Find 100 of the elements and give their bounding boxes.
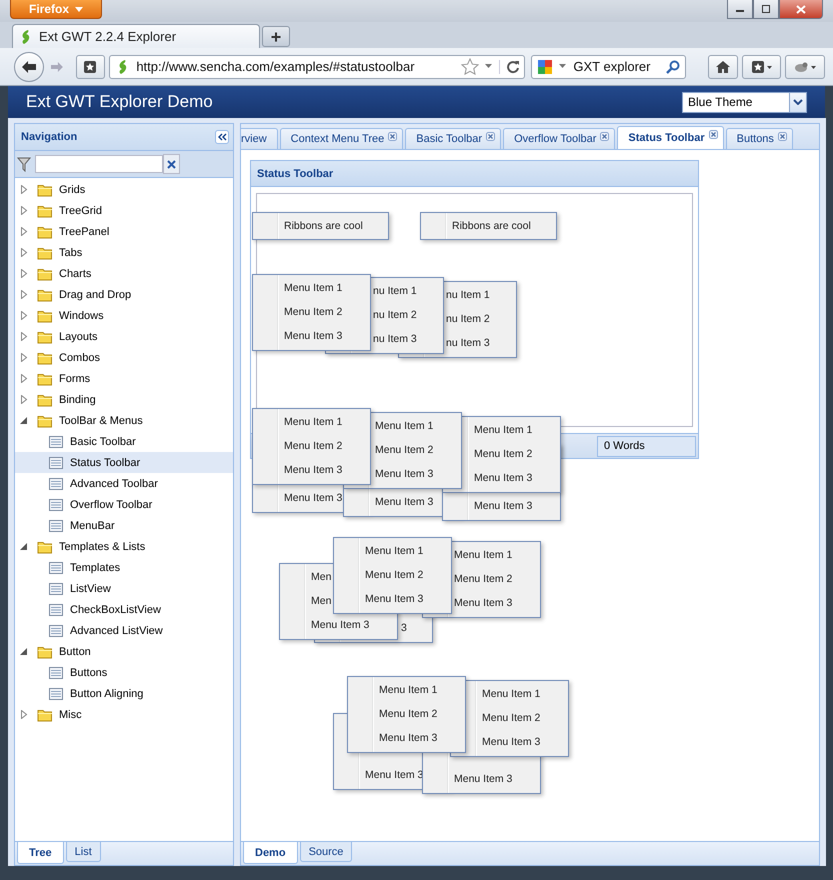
dropdown-caret-icon[interactable] [559, 64, 568, 69]
search-icon[interactable] [666, 60, 680, 74]
menu-item[interactable]: Menu Item 3 [375, 465, 434, 483]
menu-item[interactable]: nu Item 3 [446, 334, 490, 352]
menu-item[interactable]: Menu Item 3 [474, 497, 532, 515]
tree-item[interactable]: Basic Toolbar [15, 431, 233, 452]
menu-item[interactable]: Menu Item 3 [379, 729, 438, 747]
expand-arrow-icon[interactable] [20, 353, 28, 362]
tree-item[interactable]: TreePanel [15, 221, 233, 242]
menu-item[interactable]: Menu Item 3 [284, 327, 342, 345]
tab[interactable]: Context Menu Tree [280, 128, 404, 149]
tree-item[interactable]: Templates [15, 557, 233, 578]
menu-item[interactable]: Menu Item 3 [454, 770, 512, 788]
tab[interactable]: Basic Toolbar [405, 128, 502, 149]
tree-item[interactable]: Tabs [15, 242, 233, 263]
tab[interactable]: Buttons [726, 128, 793, 149]
collapse-arrow-icon[interactable] [20, 416, 28, 425]
maximize-button[interactable] [753, 0, 779, 19]
menu-item[interactable]: Menu Item 1 [284, 279, 342, 297]
menu-item[interactable]: nu Item 1 [446, 286, 490, 304]
addon-button[interactable] [785, 54, 826, 78]
menu-item[interactable]: Menu Item 2 [284, 303, 342, 321]
close-icon[interactable] [388, 132, 398, 141]
expand-arrow-icon[interactable] [20, 710, 28, 719]
tab[interactable]: Status Toolbar [617, 126, 724, 149]
clear-button[interactable] [163, 154, 180, 174]
menu-item[interactable]: Menu Item 3 [482, 733, 540, 751]
close-icon[interactable] [600, 132, 610, 141]
collapse-button[interactable] [215, 130, 229, 144]
browser-tab[interactable]: Ext GWT 2.2.4 Explorer [12, 24, 260, 48]
tree-item[interactable]: Drag and Drop [15, 284, 233, 305]
tree-item[interactable]: Templates & Lists [15, 536, 233, 557]
tree-item[interactable]: Button [15, 641, 233, 662]
dropdown-caret-icon[interactable] [485, 64, 494, 69]
menu-item[interactable]: Menu Item 1 [454, 546, 512, 564]
tree-item[interactable]: MenuBar [15, 515, 233, 536]
menu-item[interactable]: Ribbons are cool [452, 217, 531, 235]
expand-arrow-icon[interactable] [20, 206, 28, 215]
tab[interactable]: List [66, 842, 101, 862]
tab[interactable]: Source [300, 842, 352, 862]
close-button[interactable] [779, 0, 823, 19]
menu-item[interactable]: Menu Item 2 [375, 441, 434, 459]
menu-item[interactable]: Menu Item 1 [284, 413, 342, 431]
tree-item[interactable]: Charts [15, 263, 233, 284]
menu-item[interactable]: Menu Item 2 [365, 566, 424, 584]
close-icon[interactable] [486, 132, 496, 141]
menu-item[interactable]: Menu Item 2 [284, 437, 342, 455]
menu-item[interactable]: Menu Item 3 [454, 594, 512, 612]
reload-icon[interactable] [499, 60, 520, 74]
bookmark-button[interactable] [76, 54, 106, 78]
menu-item[interactable]: Menu Item 2 [474, 445, 532, 463]
minimize-button[interactable] [727, 0, 753, 19]
menu-item[interactable]: Menu Item 1 [474, 421, 532, 439]
tree-item[interactable]: Advanced ListView [15, 620, 233, 641]
close-icon[interactable] [708, 130, 718, 139]
expand-arrow-icon[interactable] [20, 227, 28, 236]
menu-item[interactable]: Menu Item 2 [454, 570, 512, 588]
tree-item[interactable]: Windows [15, 305, 233, 326]
menu-item[interactable]: Menu Item 1 [482, 685, 540, 703]
menu-item[interactable]: Menu Item 3 [375, 493, 434, 511]
tree-item[interactable]: Misc [15, 704, 233, 725]
tree-item[interactable]: ListView [15, 578, 233, 599]
tree-item[interactable]: Layouts [15, 326, 233, 347]
expand-arrow-icon[interactable] [20, 311, 28, 320]
menu-item[interactable]: nu Item 1 [373, 282, 417, 300]
menu-item[interactable]: 3 [401, 619, 407, 637]
menu-item[interactable]: Men [311, 568, 332, 586]
expand-arrow-icon[interactable] [20, 332, 28, 341]
tab[interactable]: Demo [243, 842, 298, 864]
menu-item[interactable]: nu Item 3 [373, 330, 417, 348]
expand-arrow-icon[interactable] [20, 269, 28, 278]
close-icon[interactable] [778, 132, 787, 141]
menu-item[interactable]: Menu Item 1 [379, 681, 438, 699]
tab[interactable]: Overflow Toolbar [503, 128, 616, 149]
menu-item[interactable]: Menu Item 3 [311, 616, 370, 634]
filter-field[interactable] [35, 155, 163, 173]
search-field[interactable]: GXT explorer [531, 54, 686, 78]
tree-item[interactable]: Grids [15, 179, 233, 200]
expand-arrow-icon[interactable] [20, 395, 28, 404]
tab[interactable]: rview [241, 128, 278, 149]
new-tab-button[interactable]: + [262, 26, 290, 47]
collapse-arrow-icon[interactable] [20, 647, 28, 656]
home-button[interactable] [708, 54, 738, 78]
tree-item[interactable]: Button Aligning [15, 683, 233, 704]
menu-item[interactable]: Menu Item 3 [284, 461, 342, 479]
expand-arrow-icon[interactable] [20, 248, 28, 257]
expand-arrow-icon[interactable] [20, 374, 28, 383]
menu-item[interactable]: nu Item 2 [446, 310, 490, 328]
tree-item[interactable]: CheckBoxListView [15, 599, 233, 620]
bookmarks-menu-button[interactable] [742, 54, 782, 78]
menu-item[interactable]: Menu Item 1 [375, 417, 434, 435]
theme-select[interactable]: Blue Theme [682, 92, 807, 112]
menu-item[interactable]: nu Item 2 [373, 306, 417, 324]
menu-item[interactable]: Menu Item 3 [284, 489, 342, 507]
tree-item[interactable]: Advanced Toolbar [15, 473, 233, 494]
tree-item[interactable]: Combos [15, 347, 233, 368]
star-icon[interactable] [461, 58, 480, 75]
tree-item[interactable]: Binding [15, 389, 233, 410]
tree-item[interactable]: Overflow Toolbar [15, 494, 233, 515]
tree-item[interactable]: Forms [15, 368, 233, 389]
